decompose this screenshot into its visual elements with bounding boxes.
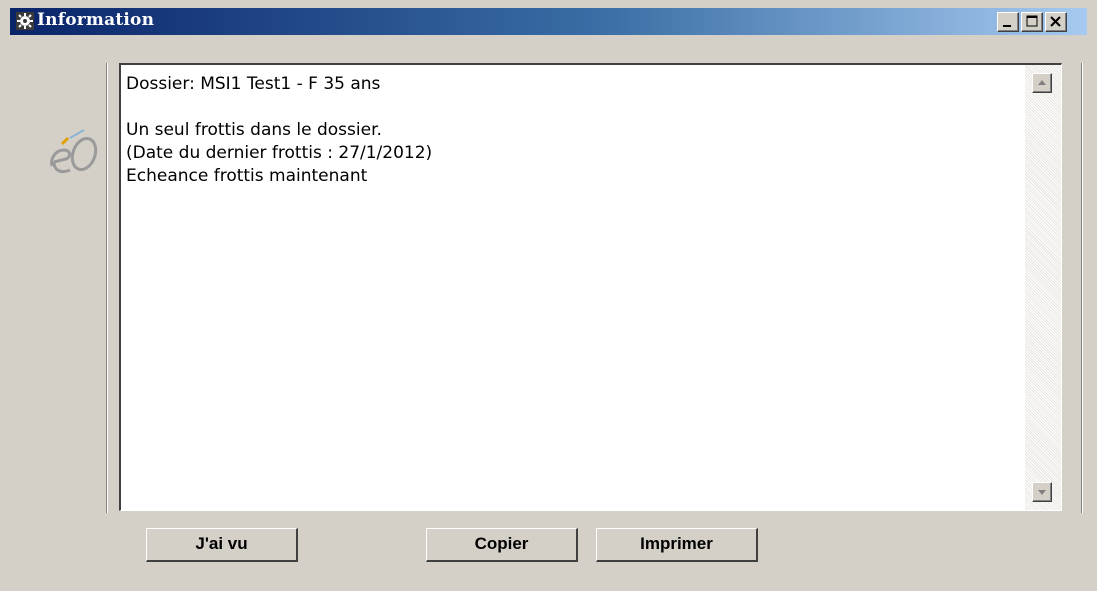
right-separator [1081,63,1083,513]
title-bar[interactable]: Information [10,8,1087,35]
window-title: Information [37,10,155,30]
scroll-down-button[interactable] [1032,482,1052,502]
message-line: Echeance frottis maintenant [126,166,368,186]
left-separator [106,63,108,513]
information-dialog: Information Dossier: MSI1 Test1 - F 35 a… [0,0,1097,591]
minimize-button[interactable] [997,12,1019,32]
message-text: Dossier: MSI1 Test1 - F 35 ans Un seul f… [126,73,1016,188]
arrow-up-icon [1038,80,1046,85]
seen-button[interactable]: J'ai vu [146,528,298,562]
maximize-icon [1026,15,1038,27]
scroll-up-button[interactable] [1032,73,1052,93]
close-icon [1050,16,1061,27]
minimize-icon [1003,25,1011,27]
message-line: Dossier: MSI1 Test1 - F 35 ans [126,74,381,94]
print-button[interactable]: Imprimer [596,528,758,562]
eo-logo [50,129,98,174]
message-line [126,96,1016,119]
message-line: (Date du dernier frottis : 27/1/2012) [126,143,433,163]
app-gear-icon [16,12,34,30]
close-button[interactable] [1045,12,1067,32]
maximize-button[interactable] [1021,12,1043,32]
copy-button[interactable]: Copier [426,528,578,562]
vertical-scrollbar[interactable] [1025,65,1061,510]
message-text-area[interactable]: Dossier: MSI1 Test1 - F 35 ans Un seul f… [119,63,1062,511]
arrow-down-icon [1038,490,1046,495]
message-line: Un seul frottis dans le dossier. [126,120,382,140]
